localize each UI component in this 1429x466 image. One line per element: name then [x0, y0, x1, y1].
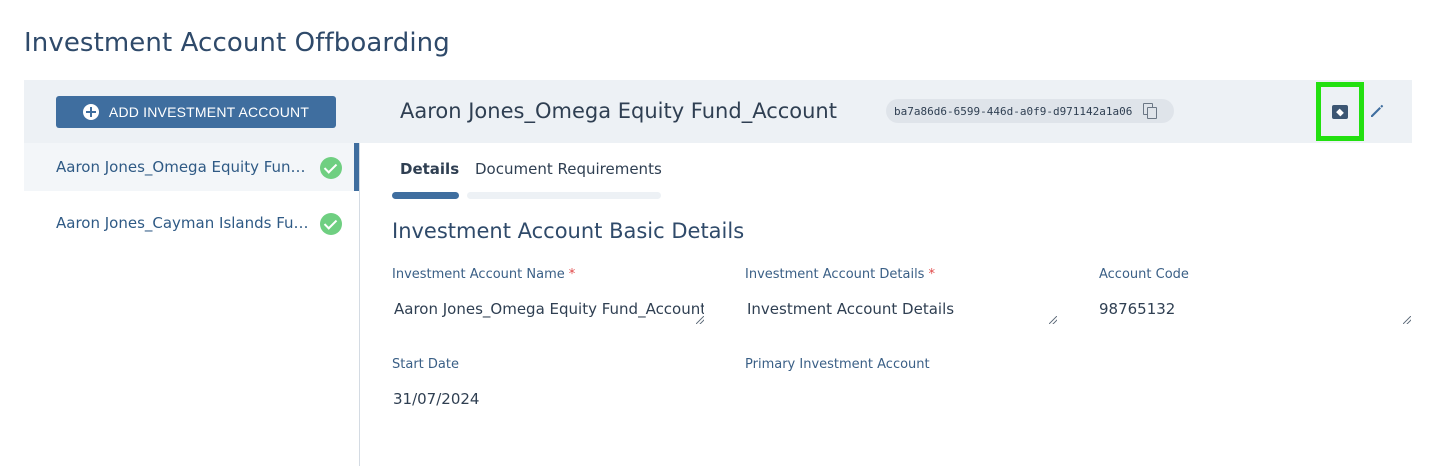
- primary-investment-account-label: Primary Investment Account: [745, 357, 930, 372]
- check-circle-icon: [320, 157, 342, 179]
- account-id-chip: ba7a86d6-6599-446d-a0f9-d971142a1a06: [886, 99, 1174, 123]
- account-title: Aaron Jones_Omega Equity Fund_Account: [400, 99, 837, 123]
- sidebar-item-label: Aaron Jones_Omega Equity Fund_Account: [56, 158, 310, 176]
- investment-account-details-field[interactable]: Investment Account Details: [745, 298, 1057, 324]
- account-code-field[interactable]: 98765132: [1099, 298, 1411, 324]
- page-title: Investment Account Offboarding: [24, 28, 450, 58]
- account-code-value: 98765132: [1099, 300, 1176, 318]
- tab-details-indicator: [392, 192, 459, 199]
- investment-account-details-label: Investment Account Details *: [745, 267, 935, 282]
- tab-document-requirements-indicator: [467, 192, 661, 199]
- field-label-text: Investment Account Details: [745, 267, 925, 282]
- sidebar-item-cayman-islands[interactable]: Aaron Jones_Cayman Islands Fund_Account: [24, 199, 360, 247]
- edit-pencil-icon[interactable]: [1368, 102, 1386, 120]
- copy-icon[interactable]: [1142, 103, 1158, 119]
- required-marker: *: [928, 267, 935, 282]
- sidebar-item-omega-equity[interactable]: Aaron Jones_Omega Equity Fund_Account: [24, 143, 359, 191]
- tab-document-requirements[interactable]: Document Requirements: [475, 160, 662, 178]
- start-date-label: Start Date: [392, 357, 459, 372]
- investment-account-details-value: Investment Account Details: [747, 300, 955, 318]
- account-code-label: Account Code: [1099, 267, 1189, 282]
- field-label-text: Investment Account Name: [392, 267, 565, 282]
- sidebar-item-label: Aaron Jones_Cayman Islands Fund_Account: [56, 214, 310, 232]
- archive-button[interactable]: [1316, 82, 1364, 141]
- resize-grip-icon[interactable]: [696, 316, 704, 324]
- add-investment-account-label: ADD INVESTMENT ACCOUNT: [108, 104, 310, 120]
- account-id-text: ba7a86d6-6599-446d-a0f9-d971142a1a06: [894, 104, 1133, 118]
- resize-grip-icon[interactable]: [1049, 316, 1057, 324]
- start-date-value: 31/07/2024: [393, 390, 480, 408]
- add-investment-account-button[interactable]: ADD INVESTMENT ACCOUNT: [56, 96, 336, 128]
- required-marker: *: [568, 267, 576, 282]
- section-title: Investment Account Basic Details: [392, 219, 745, 243]
- archive-icon: [1332, 104, 1348, 119]
- investment-account-name-field[interactable]: Aaron Jones_Omega Equity Fund_Account: [392, 298, 704, 324]
- resize-grip-icon[interactable]: [1403, 316, 1411, 324]
- tab-details[interactable]: Details: [400, 160, 459, 178]
- account-sidebar: Aaron Jones_Omega Equity Fund_Account Aa…: [24, 143, 360, 466]
- plus-circle-icon: [82, 104, 99, 120]
- investment-account-name-value: Aaron Jones_Omega Equity Fund_Account: [394, 300, 704, 318]
- check-circle-icon: [320, 213, 342, 235]
- account-header-bar: ADD INVESTMENT ACCOUNT Aaron Jones_Omega…: [24, 80, 1412, 143]
- investment-account-name-label: Investment Account Name *: [392, 267, 575, 282]
